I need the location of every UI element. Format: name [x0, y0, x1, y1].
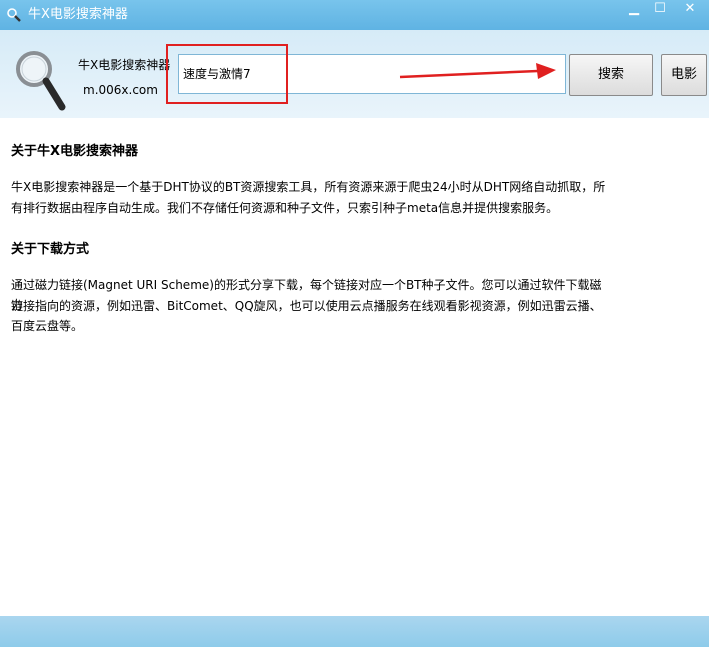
magnifier-icon	[16, 51, 66, 111]
section-heading: 关于下载方式	[11, 242, 90, 257]
title-bar: 牛X电影搜索神器 ▁ ☐ ✕	[0, 0, 709, 30]
close-icon[interactable]: ✕	[678, 2, 702, 18]
arrow-right-icon	[399, 63, 556, 79]
site-url: m.006x.com	[83, 83, 158, 97]
highlight-box	[166, 44, 288, 104]
maximize-icon[interactable]: ☐	[648, 2, 672, 18]
status-bar	[0, 616, 709, 647]
app-name: 牛X电影搜索神器	[78, 58, 171, 72]
section-text-line: 链接指向的资源，例如迅雷、BitComet、QQ旋风，也可以使用云点播服务在线观…	[11, 299, 602, 313]
minimize-icon[interactable]: ▁	[622, 2, 646, 18]
section-heading: 关于牛X电影搜索神器	[11, 144, 139, 159]
section-text-line: 有排行数据由程序自动生成。我们不存储任何资源和种子文件，只索引种子meta信息并…	[11, 201, 559, 215]
movie-button[interactable]: 电影	[661, 54, 707, 96]
window-title: 牛X电影搜索神器	[28, 7, 128, 22]
search-button[interactable]: 搜索	[569, 54, 653, 96]
magnifier-icon	[7, 8, 21, 22]
section-text-line: 百度云盘等。	[11, 319, 84, 333]
section-text-line: 牛X电影搜索神器是一个基于DHT协议的BT资源搜索工具，所有资源来源于爬虫24小…	[11, 180, 606, 194]
